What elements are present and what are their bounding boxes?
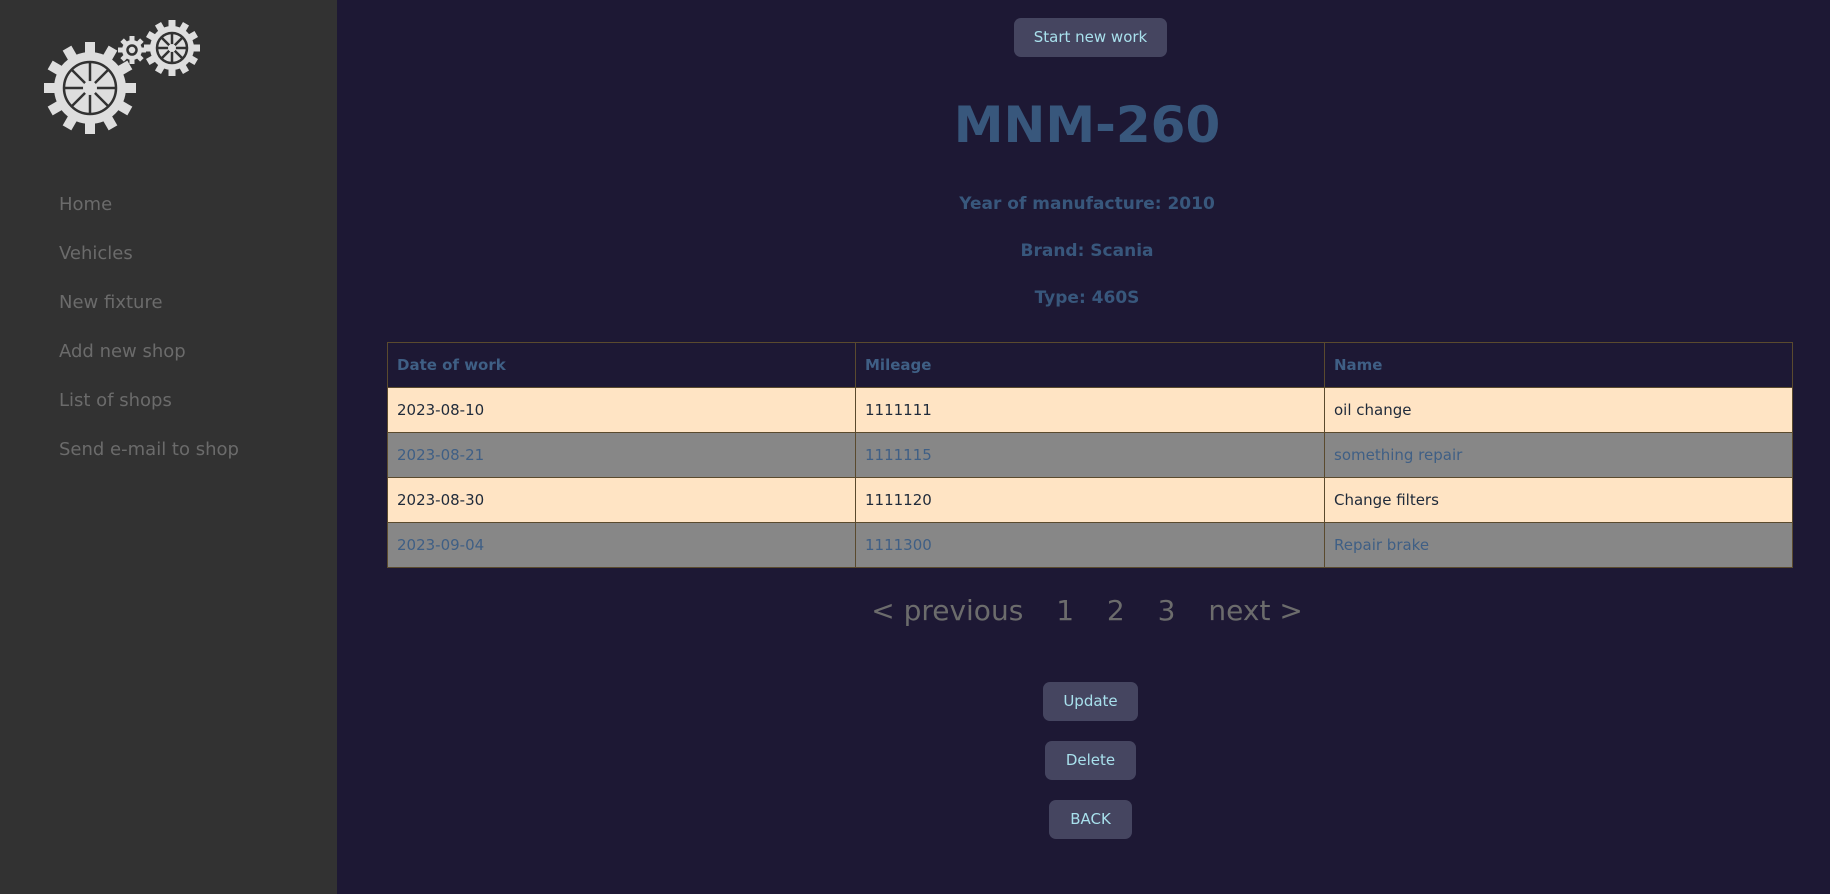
cell-name: something repair — [1324, 432, 1793, 478]
sidebar-nav: Home Vehicles New fixture Add new shop L… — [59, 180, 239, 474]
table-header-row: Date of work Mileage Name — [387, 342, 1793, 388]
sidebar-item-new-fixture[interactable]: New fixture — [59, 278, 239, 327]
cell-mileage: 1111115 — [855, 432, 1325, 478]
delete-button[interactable]: Delete — [1045, 741, 1136, 780]
sidebar-item-home[interactable]: Home — [59, 180, 239, 229]
cell-mileage: 1111111 — [855, 387, 1325, 433]
vehicle-year: Year of manufacture: 2010 — [959, 194, 1215, 214]
table-row[interactable]: 2023-09-04 1111300 Repair brake — [387, 522, 1793, 568]
gears-logo — [44, 20, 200, 134]
cell-mileage: 1111120 — [855, 477, 1325, 523]
main-content: Start new work MNM-260 Year of manufactu… — [337, 0, 1830, 894]
table-row[interactable]: 2023-08-21 1111115 something repair — [387, 432, 1793, 478]
cell-mileage: 1111300 — [855, 522, 1325, 568]
cell-name: oil change — [1324, 387, 1793, 433]
start-new-work-button[interactable]: Start new work — [1014, 18, 1167, 57]
cell-date: 2023-08-10 — [387, 387, 856, 433]
pagination: < previous 1 2 3 next > — [337, 594, 1830, 627]
column-header-mileage: Mileage — [855, 342, 1325, 388]
cell-name: Repair brake — [1324, 522, 1793, 568]
back-button[interactable]: BACK — [1049, 800, 1132, 839]
sidebar-item-send-email[interactable]: Send e-mail to shop — [59, 425, 239, 474]
cell-date: 2023-08-30 — [387, 477, 856, 523]
table-row[interactable]: 2023-08-10 1111111 oil change — [387, 387, 1793, 433]
pagination-page-1[interactable]: 1 — [1056, 594, 1074, 627]
cell-name: Change filters — [1324, 477, 1793, 523]
sidebar-item-add-new-shop[interactable]: Add new shop — [59, 327, 239, 376]
sidebar: Home Vehicles New fixture Add new shop L… — [0, 0, 337, 894]
column-header-name: Name — [1324, 342, 1793, 388]
update-button[interactable]: Update — [1043, 682, 1138, 721]
column-header-date: Date of work — [387, 342, 856, 388]
pagination-page-3[interactable]: 3 — [1158, 594, 1176, 627]
pagination-previous-link[interactable]: < previous — [871, 594, 1023, 627]
vehicle-brand: Brand: Scania — [1020, 241, 1154, 261]
cell-date: 2023-08-21 — [387, 432, 856, 478]
work-history-table: Date of work Mileage Name 2023-08-10 111… — [387, 342, 1793, 568]
pagination-next-link[interactable]: next > — [1208, 594, 1302, 627]
sidebar-item-list-of-shops[interactable]: List of shops — [59, 376, 239, 425]
table-row[interactable]: 2023-08-30 1111120 Change filters — [387, 477, 1793, 523]
vehicle-type: Type: 460S — [1034, 288, 1140, 308]
cell-date: 2023-09-04 — [387, 522, 856, 568]
sidebar-item-vehicles[interactable]: Vehicles — [59, 229, 239, 278]
pagination-page-2[interactable]: 2 — [1107, 594, 1125, 627]
vehicle-plate-title: MNM-260 — [953, 96, 1221, 154]
